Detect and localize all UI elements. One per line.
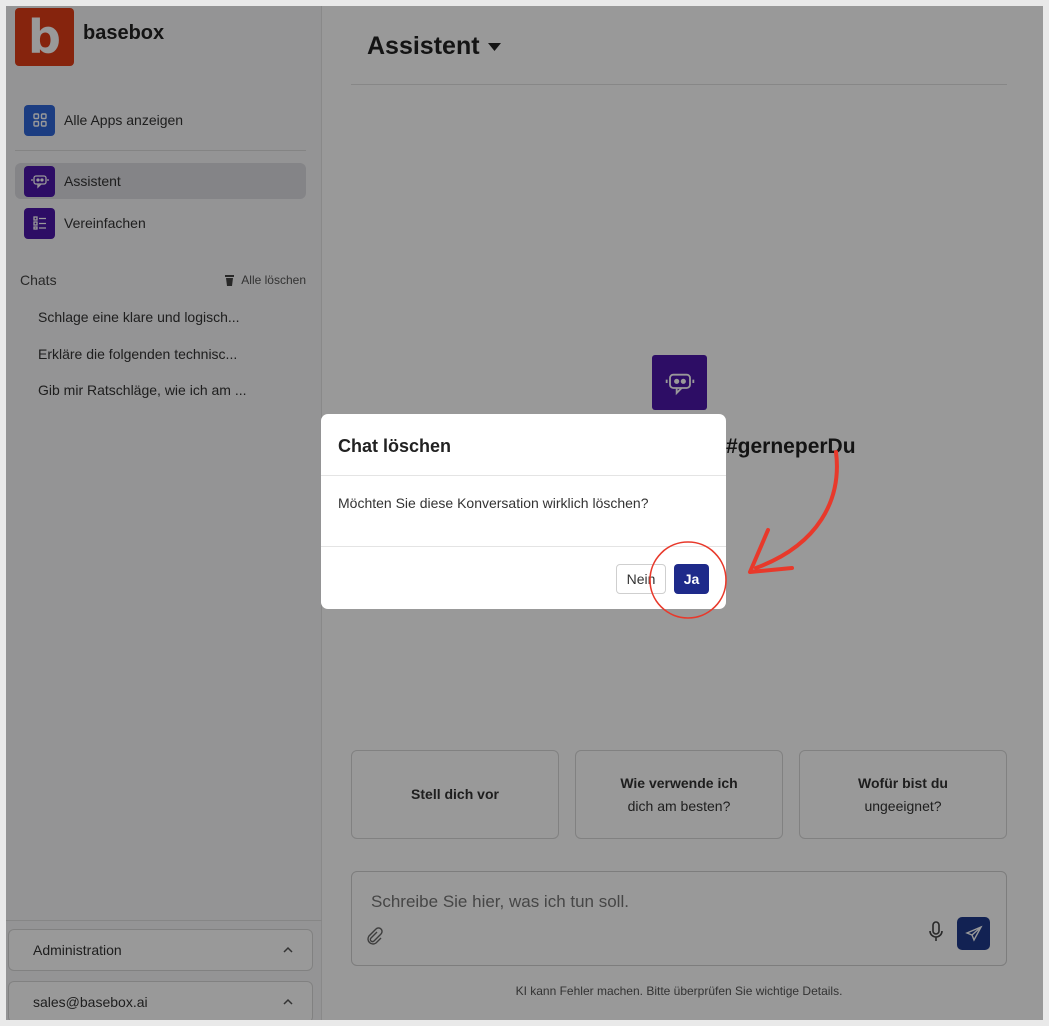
app-window: b basebox Alle Apps anzeigen Assistent V… [6, 6, 1043, 1020]
divider [321, 475, 726, 476]
dialog-message: Möchten Sie diese Konversation wirklich … [338, 495, 649, 511]
divider [321, 546, 726, 547]
dialog-title: Chat löschen [338, 436, 452, 456]
delete-chat-dialog: Chat löschen Möchten Sie diese Konversat… [321, 414, 726, 609]
cancel-button[interactable]: Nein [616, 564, 666, 594]
confirm-button[interactable]: Ja [674, 564, 709, 594]
